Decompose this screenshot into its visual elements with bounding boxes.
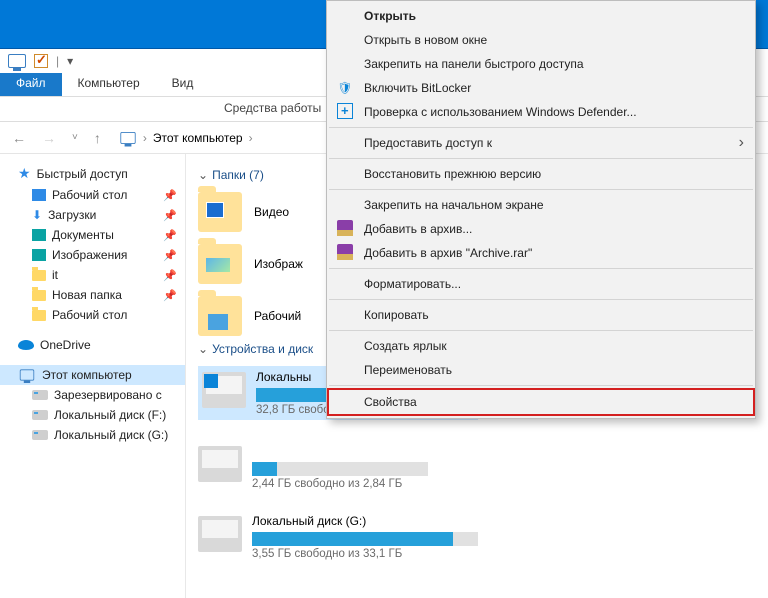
folder-video[interactable]: Видео: [198, 192, 303, 232]
winrar-icon: [336, 244, 354, 263]
breadcrumb-this-pc[interactable]: Этот компьютер: [153, 131, 243, 145]
defender-icon: [336, 103, 354, 122]
usage-bar: [252, 462, 428, 476]
desktop-icon: [32, 189, 46, 201]
location-icon: [120, 132, 135, 144]
folder-icon: [32, 310, 46, 321]
sidebar-item-local-g[interactable]: Локальный диск (G:): [0, 425, 185, 445]
collapse-icon[interactable]: ⌄: [198, 168, 208, 182]
ctx-open-new-window[interactable]: Открыть в новом окне: [328, 28, 754, 52]
pin-icon: 📌: [163, 229, 179, 242]
nav-sidebar: ★Быстрый доступ Рабочий стол📌 ⬇Загрузки📌…: [0, 154, 186, 598]
pin-icon: 📌: [163, 189, 179, 202]
ctx-add-archive[interactable]: Добавить в архив...: [328, 217, 754, 241]
ctx-bitlocker[interactable]: 🛡Включить BitLocker: [328, 76, 754, 100]
onedrive-icon: [18, 340, 34, 350]
address-bar[interactable]: › Этот компьютер ›: [113, 129, 259, 147]
tab-file[interactable]: Файл: [0, 73, 62, 96]
context-menu: Открыть Открыть в новом окне Закрепить н…: [326, 0, 756, 419]
download-icon: ⬇: [32, 208, 42, 222]
separator: [329, 158, 753, 159]
collapse-icon[interactable]: ⌄: [198, 342, 208, 356]
drive-free-text: 3,55 ГБ свободно из 33,1 ГБ: [252, 548, 478, 560]
sidebar-item-newfolder[interactable]: Новая папка📌: [0, 285, 185, 305]
tab-computer[interactable]: Компьютер: [62, 73, 156, 96]
pictures-icon: [32, 249, 46, 261]
drive-icon: [32, 430, 48, 440]
folder-desktop[interactable]: Рабочий: [198, 296, 303, 336]
winrar-icon: [336, 220, 354, 239]
documents-icon: [32, 229, 46, 241]
drive-icon: [32, 410, 48, 420]
folder-images[interactable]: Изображ: [198, 244, 303, 284]
drive-icon: [198, 516, 242, 552]
ctx-copy[interactable]: Копировать: [328, 303, 754, 327]
sidebar-item-local-f[interactable]: Локальный диск (F:): [0, 405, 185, 425]
computer-icon: [20, 369, 34, 380]
sidebar-item-it[interactable]: it📌: [0, 265, 185, 285]
chevron-right-icon[interactable]: ›: [249, 131, 253, 145]
folder-icon: [198, 192, 242, 232]
qat-separator: |: [56, 54, 59, 68]
sidebar-item-downloads[interactable]: ⬇Загрузки📌: [0, 205, 185, 225]
shield-icon: 🛡: [336, 81, 354, 95]
nav-back-icon[interactable]: ←: [8, 130, 30, 146]
ctx-pin-start[interactable]: Закрепить на начальном экране: [328, 193, 754, 217]
drive-icon: [202, 372, 246, 408]
ctx-open[interactable]: Открыть: [328, 4, 754, 28]
tab-view[interactable]: Вид: [156, 73, 210, 96]
drive-g[interactable]: Локальный диск (G:) 3,55 ГБ свободно из …: [198, 514, 478, 560]
separator: [329, 268, 753, 269]
usage-bar: [252, 532, 478, 546]
drive-free-text: 2,44 ГБ свободно из 2,84 ГБ: [252, 478, 428, 490]
drive-e[interactable]: 2,44 ГБ свободно из 2,84 ГБ: [198, 444, 428, 490]
separator: [329, 127, 753, 128]
drive-icon: [32, 390, 48, 400]
nav-recent-dropdown-icon[interactable]: ˅: [68, 132, 82, 143]
sidebar-this-pc[interactable]: Этот компьютер: [0, 365, 185, 385]
ctx-defender[interactable]: Проверка с использованием Windows Defend…: [328, 100, 754, 124]
sidebar-quick-access[interactable]: ★Быстрый доступ: [0, 162, 185, 185]
chevron-right-icon[interactable]: ›: [143, 131, 147, 145]
ctx-properties[interactable]: Свойства: [328, 389, 754, 415]
folder-icon: [198, 296, 242, 336]
pin-icon: 📌: [163, 269, 179, 282]
sidebar-item-desktop[interactable]: Рабочий стол📌: [0, 185, 185, 205]
ctx-create-shortcut[interactable]: Создать ярлык: [328, 334, 754, 358]
drive-name: Локальный диск (G:): [252, 514, 478, 528]
sidebar-item-documents[interactable]: Документы📌: [0, 225, 185, 245]
computer-icon: [8, 54, 26, 68]
ctx-restore-previous[interactable]: Восстановить прежнюю версию: [328, 162, 754, 186]
sidebar-item-reserved[interactable]: Зарезервировано с: [0, 385, 185, 405]
separator: [329, 385, 753, 386]
pin-icon: 📌: [163, 249, 179, 262]
sidebar-onedrive[interactable]: OneDrive: [0, 335, 185, 355]
separator: [329, 189, 753, 190]
sidebar-item-pictures[interactable]: Изображения📌: [0, 245, 185, 265]
pin-icon: 📌: [163, 209, 179, 222]
ctx-pin-quick-access[interactable]: Закрепить на панели быстрого доступа: [328, 52, 754, 76]
sidebar-item-desktop2[interactable]: Рабочий стол: [0, 305, 185, 325]
separator: [329, 330, 753, 331]
ctx-share[interactable]: Предоставить доступ к›: [328, 131, 754, 155]
folder-icon: [32, 270, 46, 281]
ctx-add-archive-named[interactable]: Добавить в архив "Archive.rar": [328, 241, 754, 265]
ctx-rename[interactable]: Переименовать: [328, 358, 754, 382]
qat-dropdown-icon[interactable]: ▾: [67, 54, 73, 68]
separator: [329, 299, 753, 300]
drive-icon: [198, 446, 242, 482]
nav-forward-icon: →: [38, 130, 60, 146]
star-icon: ★: [18, 165, 31, 182]
pin-icon: 📌: [163, 289, 179, 302]
folder-icon: [32, 290, 46, 301]
sub-tools[interactable]: Средства работы: [214, 97, 331, 121]
nav-up-icon[interactable]: ↑: [90, 130, 105, 146]
chevron-right-icon: ›: [739, 134, 744, 152]
folder-icon: [198, 244, 242, 284]
properties-qat-icon[interactable]: [34, 54, 48, 68]
ctx-format[interactable]: Форматировать...: [328, 272, 754, 296]
